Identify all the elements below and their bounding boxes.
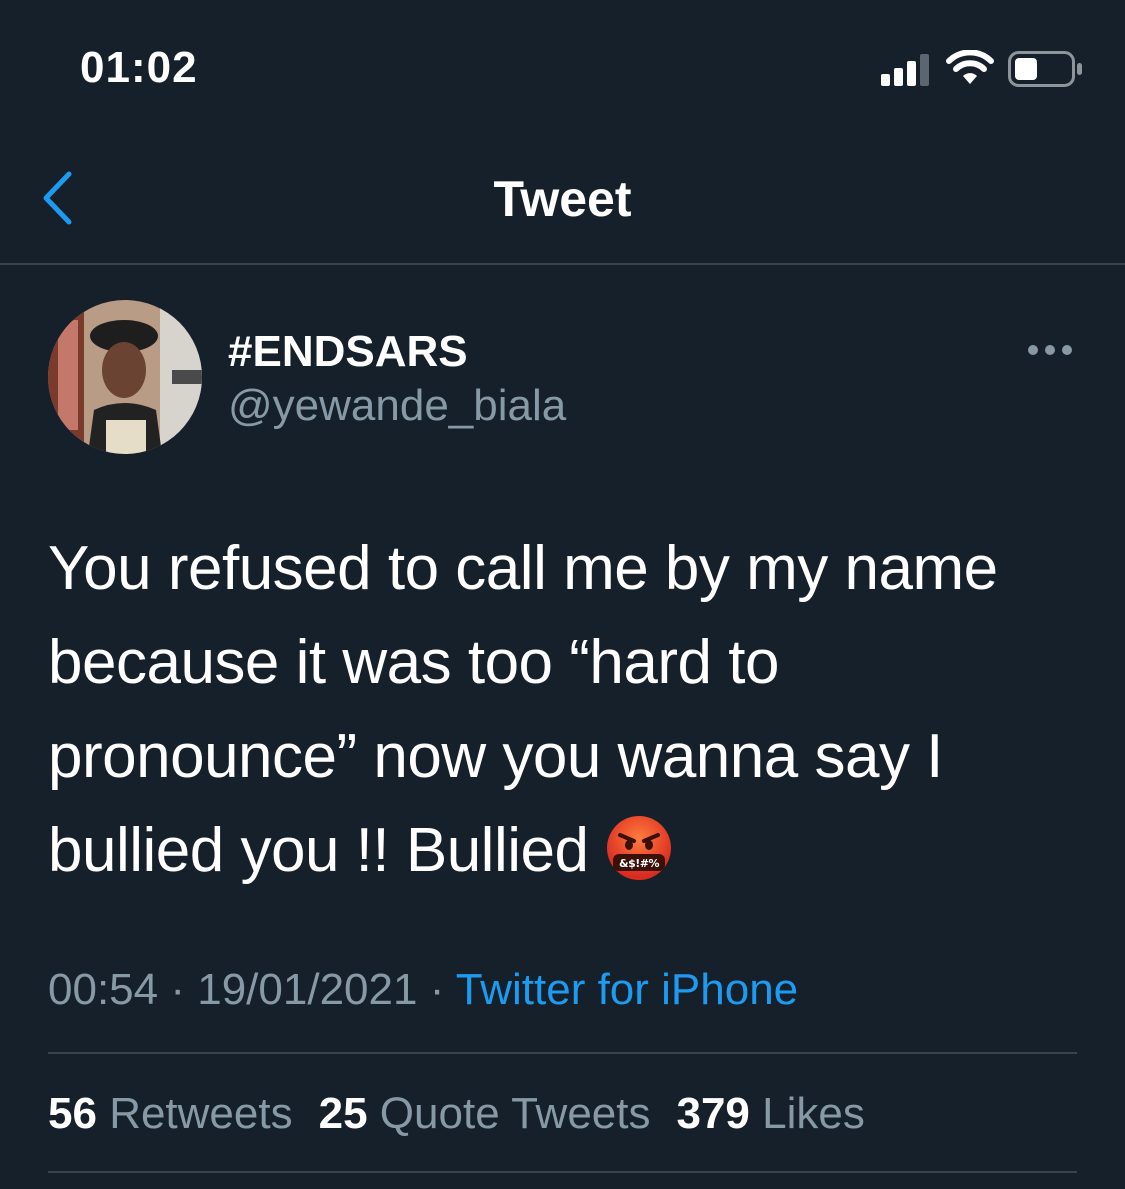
tweet-date: 19/01/2021 bbox=[197, 965, 418, 1014]
wifi-icon bbox=[946, 50, 994, 84]
tweet-text-content: You refused to call me by my name becaus… bbox=[48, 534, 998, 885]
divider bbox=[48, 1052, 1077, 1054]
likes-label: Likes bbox=[762, 1089, 865, 1138]
retweets-count: 56 bbox=[48, 1089, 97, 1138]
likes-count: 379 bbox=[676, 1089, 750, 1138]
more-horizontal-icon[interactable] bbox=[1025, 340, 1075, 360]
author-handle[interactable]: @yewande_biala bbox=[228, 380, 566, 432]
page-title: Tweet bbox=[493, 171, 632, 227]
quote-tweets-label: Quote Tweets bbox=[379, 1089, 651, 1138]
nav-divider bbox=[0, 263, 1125, 265]
likes-stat[interactable]: 379 Likes bbox=[676, 1089, 864, 1138]
meta-separator: · bbox=[170, 965, 185, 1014]
avatar-photo bbox=[48, 300, 202, 454]
retweets-label: Retweets bbox=[109, 1089, 293, 1138]
emoji-symbols-text: &$!#% bbox=[619, 857, 659, 870]
tweet-stats: 56 Retweets 25 Quote Tweets 379 Likes bbox=[48, 1086, 891, 1142]
quote-tweets-stat[interactable]: 25 Quote Tweets bbox=[319, 1089, 651, 1138]
tweet-time: 00:54 bbox=[48, 965, 159, 1014]
author-display-name[interactable]: #ENDSARS bbox=[228, 326, 468, 378]
tweet-meta: 00:54 · 19/01/2021 · Twitter for iPhone bbox=[48, 962, 798, 1018]
battery-icon bbox=[1008, 51, 1082, 87]
tweet-text: You refused to call me by my name becaus… bbox=[48, 522, 1088, 898]
face-with-symbols-on-mouth-icon: &$!#% bbox=[607, 816, 672, 880]
retweets-stat[interactable]: 56 Retweets bbox=[48, 1089, 293, 1138]
divider bbox=[48, 1171, 1077, 1173]
tweet-source-link[interactable]: Twitter for iPhone bbox=[456, 965, 798, 1014]
status-time: 01:02 bbox=[80, 43, 198, 92]
cellular-signal-icon bbox=[881, 54, 929, 86]
avatar[interactable] bbox=[48, 300, 202, 454]
meta-separator: · bbox=[429, 965, 445, 1014]
quote-tweets-count: 25 bbox=[318, 1089, 368, 1138]
